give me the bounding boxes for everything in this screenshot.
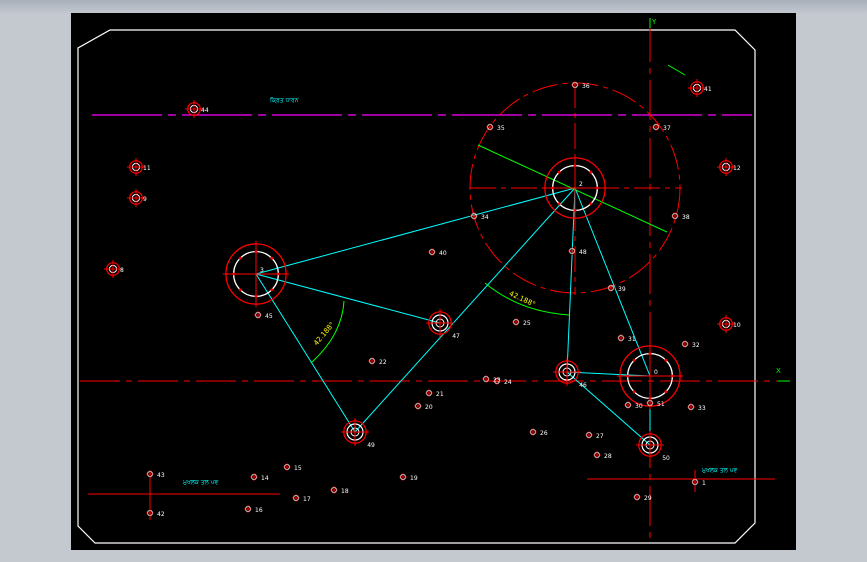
hole-label-2: 2 — [579, 181, 583, 188]
hole-label-20: 20 — [425, 404, 433, 411]
bottom-right-note: ਮੁਖਲਕ ਤਲ ਪਵ — [701, 467, 737, 474]
hole-label-0: 0 — [654, 369, 658, 376]
hole-label-43: 43 — [157, 472, 165, 479]
hole-label-44: 44 — [201, 107, 209, 114]
hole-label-1: 1 — [702, 480, 706, 487]
hole-label-40: 40 — [439, 250, 447, 257]
hole-label-51: 51 — [657, 401, 665, 408]
hole-label-22: 22 — [379, 359, 387, 366]
magenta-line-note: ਕ੍ਰਿਤ ਧਾਰਨ — [269, 96, 299, 104]
hole-label-9: 9 — [143, 196, 147, 203]
hole-label-39: 39 — [618, 286, 626, 293]
hole-label-14: 14 — [261, 475, 269, 482]
hole-label-10: 10 — [733, 322, 741, 329]
hole-label-50: 50 — [662, 455, 670, 462]
hole-label-16: 16 — [255, 507, 263, 514]
axis-y-label: Y — [651, 18, 657, 26]
hole-label-35: 35 — [497, 125, 505, 132]
hole-label-26: 26 — [540, 430, 548, 437]
hole-label-33: 33 — [698, 405, 706, 412]
hole-label-24: 24 — [504, 379, 512, 386]
hole-label-11: 11 — [143, 165, 151, 172]
model-space-background[interactable] — [71, 13, 796, 550]
axis-x-label: X — [776, 367, 781, 375]
hole-label-25: 25 — [523, 320, 531, 327]
hole-label-21: 21 — [436, 391, 444, 398]
hole-label-34: 34 — [481, 214, 489, 221]
hole-label-17: 17 — [303, 496, 311, 503]
hole-label-48: 48 — [579, 249, 587, 256]
hole-label-12: 12 — [733, 165, 741, 172]
hole-label-30: 30 — [635, 403, 643, 410]
bottom-left-note: ਮੁਖਲਕ ਤਲ ਪਵ — [182, 479, 218, 486]
drawing-viewport[interactable]: ਕ੍ਰਿਤ ਧਾਰਨ X Y 42.188° 42.188° ਮੁਖਲਕ ਤਲ … — [0, 0, 867, 562]
hole-label-19: 19 — [410, 475, 418, 482]
hole-label-47: 47 — [452, 333, 460, 340]
cad-window: ਕ੍ਰਿਤ ਧਾਰਨ X Y 42.188° 42.188° ਮੁਖਲਕ ਤਲ … — [0, 0, 867, 562]
hole-label-36: 36 — [582, 83, 590, 90]
hole-label-31: 31 — [628, 336, 636, 343]
hole-label-3: 3 — [260, 267, 264, 274]
hole-label-45: 45 — [265, 313, 273, 320]
hole-label-27: 27 — [596, 433, 604, 440]
hole-label-49: 49 — [367, 442, 375, 449]
hole-label-32: 32 — [692, 342, 700, 349]
hole-label-29: 29 — [644, 495, 652, 502]
hole-label-15: 15 — [294, 465, 302, 472]
hole-label-37: 37 — [663, 125, 671, 132]
hole-label-18: 18 — [341, 488, 349, 495]
hole-label-28: 28 — [604, 453, 612, 460]
hole-label-42: 42 — [157, 511, 165, 518]
hole-label-41: 41 — [704, 86, 712, 93]
hole-label-8: 8 — [120, 267, 124, 274]
hole-label-38: 38 — [682, 214, 690, 221]
hole-label-46: 46 — [579, 382, 587, 389]
